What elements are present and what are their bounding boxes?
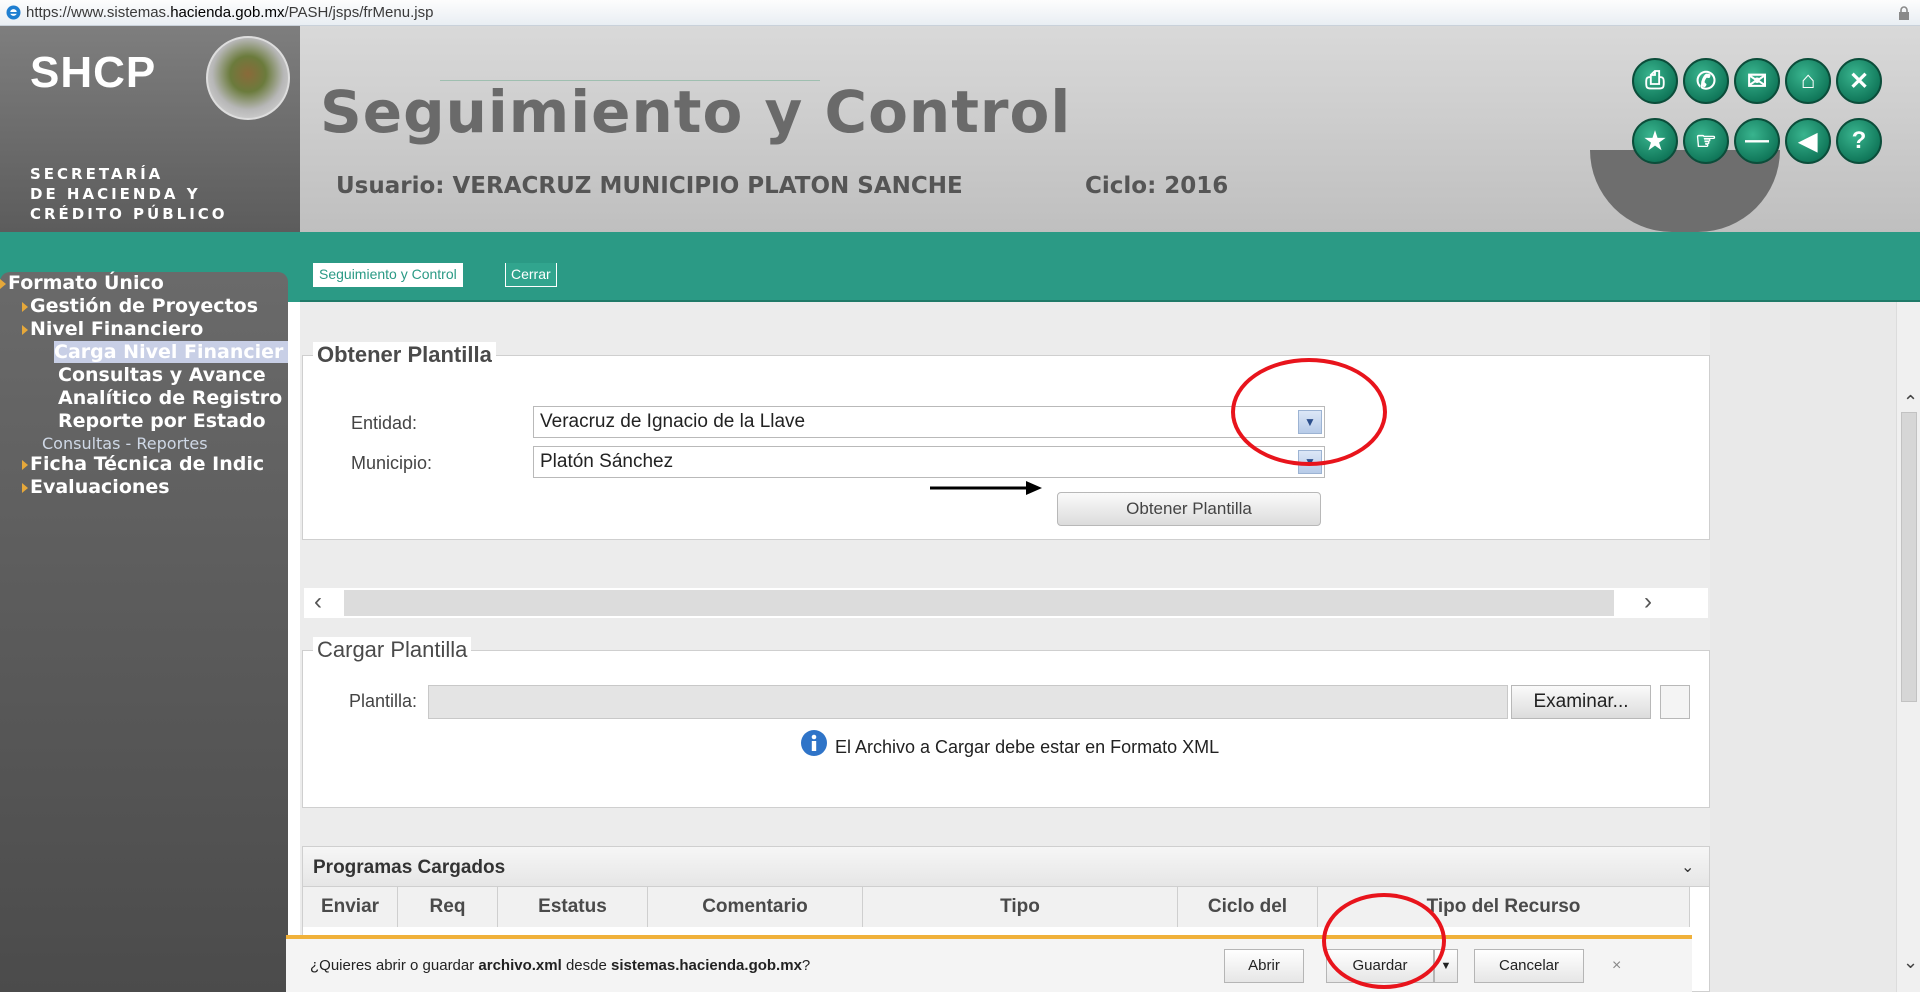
col-tipo: Tipo — [863, 887, 1178, 927]
arrow-icon — [0, 278, 6, 289]
help-icon[interactable]: ? — [1836, 118, 1882, 164]
mexico-seal-icon — [206, 36, 290, 120]
cancelar-button[interactable]: Cancelar — [1474, 949, 1584, 983]
col-enviar: Enviar — [303, 887, 398, 927]
col-req: Req — [398, 887, 498, 927]
folder-icon[interactable]: ★ — [1632, 118, 1678, 164]
scroll-left-icon[interactable]: ‹ — [314, 588, 322, 616]
sidebar-item-label: Gestión de Proyectos — [30, 295, 259, 317]
chevron-down-icon[interactable]: ⌄ — [1681, 857, 1694, 877]
print-icon[interactable]: ⎙ — [1632, 58, 1678, 104]
sidebar-item-label: Ficha Técnica de Indic — [30, 453, 265, 475]
entidad-label: Entidad: — [351, 413, 418, 433]
vertical-scrollbar[interactable]: ⌃ ⌄ — [1896, 302, 1920, 992]
usuario-label: Usuario: VERACRUZ MUNICIPIO PLATON SANCH… — [336, 173, 963, 199]
address-bar[interactable]: https://www.sistemas.hacienda.gob.mx/PAS… — [0, 0, 1920, 26]
scroll-up-icon[interactable]: ⌃ — [1903, 392, 1918, 413]
minus-icon[interactable]: — — [1734, 118, 1780, 164]
municipio-select[interactable]: Platón Sánchez ▼ — [533, 446, 1325, 478]
sidebar-item-label: Evaluaciones — [30, 476, 170, 498]
obtener-plantilla-legend: Obtener Plantilla — [313, 342, 496, 368]
tab-cerrar[interactable]: Cerrar — [505, 263, 557, 287]
subtitle-line: CRÉDITO PÚBLICO — [30, 205, 228, 223]
sidebar-item-gestion[interactable]: Gestión de Proyectos — [22, 295, 258, 317]
phone-icon[interactable]: ✆ — [1683, 58, 1729, 104]
ciclo-label: Ciclo: 2016 — [1085, 173, 1229, 199]
lock-icon — [1899, 6, 1909, 20]
plantilla-label: Plantilla: — [349, 691, 418, 711]
page-title: Seguimiento y Control — [320, 78, 1072, 146]
plantilla-file-input[interactable] — [428, 685, 1508, 719]
annotation-circle-dropdown — [1231, 358, 1387, 466]
sidebar-item-evaluaciones[interactable]: Evaluaciones — [22, 476, 170, 498]
sidebar-item-consultas-reportes[interactable]: Consultas - Reportes — [42, 434, 208, 453]
municipio-label: Municipio: — [351, 453, 433, 473]
entidad-value: Veracruz de Ignacio de la Llave — [540, 411, 806, 432]
subtitle-line: DE HACIENDA Y — [30, 185, 201, 203]
subtitle-line: SECRETARÍA — [30, 165, 164, 183]
annotation-arrow-icon — [930, 481, 1042, 495]
col-ciclo: Ciclo del — [1178, 887, 1318, 927]
obtener-plantilla-button[interactable]: Obtener Plantilla — [1057, 492, 1321, 526]
shcp-logo: SHCP — [30, 48, 157, 97]
municipio-value: Platón Sánchez — [540, 451, 674, 472]
cargar-plantilla-legend: Cargar Plantilla — [313, 637, 472, 663]
sidebar-item-label: Nivel Financiero — [30, 318, 204, 340]
sidebar-item-ficha-tecnica[interactable]: Ficha Técnica de Indic — [22, 453, 264, 475]
secretaria-subtitle: SECRETARÍA DE HACIENDA Y CRÉDITO PÚBLICO — [30, 164, 228, 224]
sidebar-item-analitico[interactable]: Analítico de Registro — [58, 387, 282, 409]
sidebar-item-nivel-financiero[interactable]: Nivel Financiero — [22, 318, 203, 340]
home-icon[interactable]: ⌂ — [1785, 58, 1831, 104]
sidebar-item-reporte-estado[interactable]: Reporte por Estado — [58, 410, 266, 432]
extra-button[interactable] — [1660, 685, 1690, 719]
examinar-button[interactable]: Examinar... — [1511, 685, 1651, 719]
tab-seguimiento[interactable]: Seguimiento y Control — [313, 263, 463, 287]
sidebar-item-formato-unico[interactable]: Formato Único — [0, 272, 164, 294]
arrow-icon — [22, 301, 28, 312]
scroll-thumb[interactable] — [1901, 412, 1917, 702]
entidad-select[interactable]: Veracruz de Ignacio de la Llave ▼ — [533, 406, 1325, 438]
sidebar-item-label: Formato Único — [8, 272, 164, 294]
ie-icon — [6, 5, 21, 20]
hand-icon[interactable]: ☞ — [1683, 118, 1729, 164]
obtener-plantilla-fieldset: Obtener Plantilla Entidad: Veracruz de I… — [302, 342, 1710, 540]
horizontal-scrollbar[interactable]: ‹ › — [304, 588, 1708, 618]
col-comentario: Comentario — [648, 887, 863, 927]
arrow-icon — [22, 324, 28, 335]
right-panel — [1710, 302, 1896, 992]
cargar-plantilla-fieldset: Cargar Plantilla Plantilla: Examinar... … — [302, 637, 1710, 808]
url-text[interactable]: https://www.sistemas.hacienda.gob.mx/PAS… — [26, 4, 433, 21]
arrow-icon — [22, 459, 28, 470]
back-icon[interactable]: ◀ — [1785, 118, 1831, 164]
info-icon — [801, 730, 827, 756]
programas-header[interactable]: Programas Cargados ⌄ — [303, 847, 1709, 887]
col-estatus: Estatus — [498, 887, 648, 927]
shcp-logo-block: SHCP SECRETARÍA DE HACIENDA Y CRÉDITO PÚ… — [0, 26, 300, 232]
scroll-right-icon[interactable]: › — [1644, 588, 1652, 616]
sidebar-item-consultas-avance[interactable]: Consultas y Avance — [58, 364, 266, 386]
download-notification-bar: ¿Quieres abrir o guardar archivo.xml des… — [286, 935, 1692, 992]
scroll-track[interactable] — [344, 590, 1614, 616]
scroll-down-icon[interactable]: ⌄ — [1903, 952, 1918, 973]
xml-info-text: El Archivo a Cargar debe estar en Format… — [835, 737, 1220, 757]
download-message: ¿Quieres abrir o guardar archivo.xml des… — [310, 957, 811, 974]
sidebar: Formato Único Gestión de Proyectos Nivel… — [0, 272, 288, 992]
arrow-icon — [22, 482, 28, 493]
annotation-circle-guardar — [1322, 893, 1446, 989]
mail-icon[interactable]: ✉ — [1734, 58, 1780, 104]
sidebar-item-carga-nivel[interactable]: Carga Nivel Financier — [54, 341, 288, 363]
abrir-button[interactable]: Abrir — [1224, 949, 1304, 983]
close-icon[interactable]: × — [1612, 957, 1621, 975]
close-icon[interactable]: ✕ — [1836, 58, 1882, 104]
programas-title: Programas Cargados — [313, 857, 506, 878]
